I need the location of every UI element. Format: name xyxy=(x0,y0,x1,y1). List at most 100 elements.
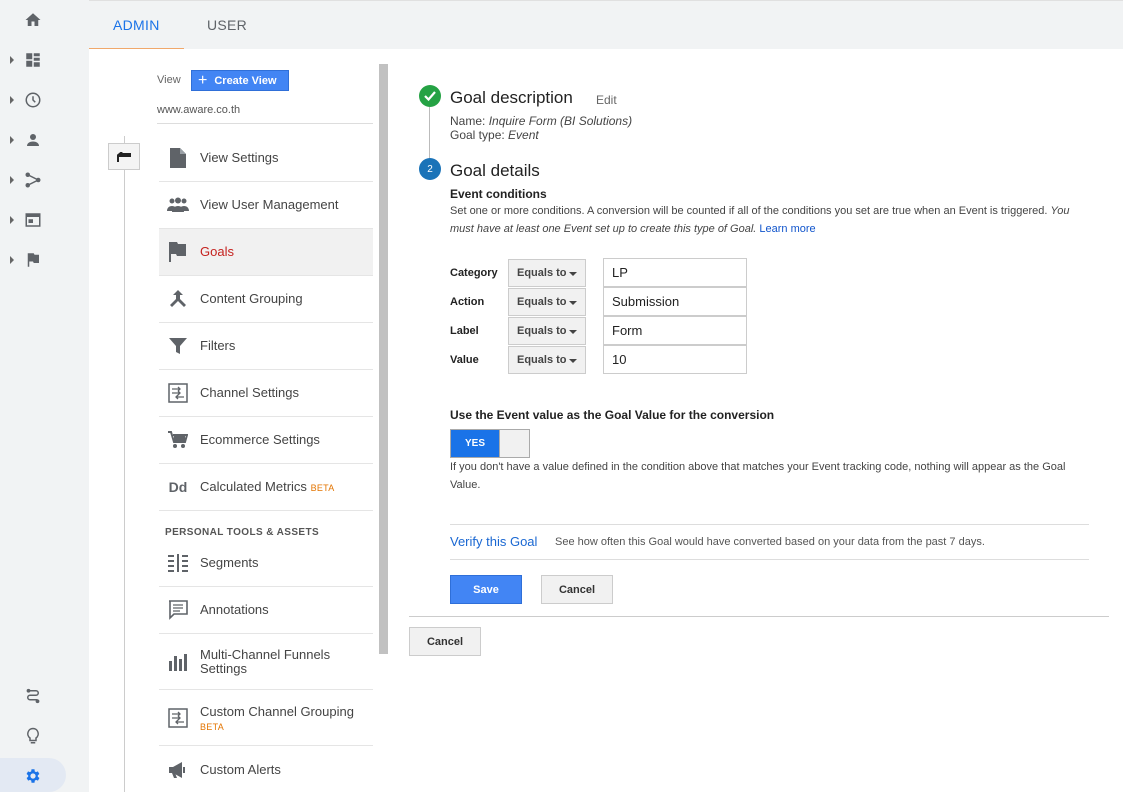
use-event-value-toggle[interactable]: YES xyxy=(450,429,530,458)
dashboard-icon xyxy=(26,53,40,67)
rail-acquisition[interactable] xyxy=(0,160,89,200)
cancel-goal-button[interactable]: Cancel xyxy=(409,627,481,656)
nav-item-segments[interactable]: Segments xyxy=(159,540,373,587)
rail-realtime[interactable] xyxy=(0,80,89,120)
nav-item-ecommerce-settings[interactable]: Ecommerce Settings xyxy=(159,417,373,464)
expand-caret-icon xyxy=(10,96,14,104)
nav-item-channel-settings[interactable]: Channel Settings xyxy=(159,370,373,417)
gear-icon xyxy=(26,769,40,783)
nav-item-label: Filters xyxy=(200,338,236,353)
condition-value-input[interactable]: LP xyxy=(603,258,747,287)
rail-admin[interactable] xyxy=(0,756,89,792)
divider xyxy=(450,559,1089,560)
nav-item-label: Goals xyxy=(200,244,234,259)
condition-operator-select[interactable]: Equals to xyxy=(508,258,586,287)
flag-icon xyxy=(167,241,189,263)
edit-goal-description-link[interactable]: Edit xyxy=(596,93,617,107)
verify-goal-link[interactable]: Verify this Goal xyxy=(450,534,537,549)
nav-item-annotations[interactable]: Annotations xyxy=(159,587,373,634)
panel-divider xyxy=(124,136,125,792)
nav-item-custom-alerts[interactable]: Custom Alerts xyxy=(159,746,373,792)
nav-item-label: View Settings xyxy=(200,150,279,165)
condition-value-input[interactable]: 10 xyxy=(603,345,747,374)
goal-name: Name: Inquire Form (BI Solutions) xyxy=(450,114,632,128)
nav-item-filters[interactable]: Filters xyxy=(159,323,373,370)
condition-operator-select[interactable]: Equals to xyxy=(508,287,586,316)
nav-item-content-grouping[interactable]: Content Grouping xyxy=(159,276,373,323)
nav-item-goals[interactable]: Goals xyxy=(159,229,373,276)
condition-label: Category xyxy=(450,266,498,279)
event-conditions-title: Event conditions xyxy=(450,187,547,201)
flag-icon xyxy=(27,253,39,267)
beta-badge: BETA xyxy=(310,482,335,493)
nav-item-label: Custom Alerts xyxy=(200,761,281,777)
megaphone-icon xyxy=(167,759,189,781)
nav-item-custom-channel-grouping[interactable]: Custom Channel Grouping BETA xyxy=(159,690,373,746)
collapse-panel-button[interactable] xyxy=(108,143,140,170)
beta-badge: BETA xyxy=(200,722,225,732)
rail-home[interactable] xyxy=(0,0,89,40)
use-event-value-title: Use the Event value as the Goal Value fo… xyxy=(450,408,775,422)
divider xyxy=(450,524,1089,525)
nav-item-view-user-management[interactable]: View User Management xyxy=(159,182,373,229)
nav-item-view-settings[interactable]: View Settings xyxy=(159,135,373,182)
tab-user[interactable]: USER xyxy=(183,1,271,50)
create-view-button[interactable]: + Create View xyxy=(191,70,289,91)
clock-icon xyxy=(25,92,41,108)
dropdown-arrow-icon xyxy=(569,300,577,305)
filter-icon xyxy=(167,335,189,357)
annotation-icon xyxy=(167,599,189,621)
behavior-icon xyxy=(25,213,41,227)
ccg-label: Custom Channel Grouping xyxy=(200,704,354,719)
tab-admin[interactable]: ADMIN xyxy=(89,1,184,50)
create-view-label: Create View xyxy=(214,74,277,87)
home-icon xyxy=(25,13,41,26)
condition-value-input[interactable]: Form xyxy=(603,316,747,345)
document-icon xyxy=(167,147,189,169)
event-desc-text: Set one or more conditions. A conversion… xyxy=(450,205,1051,217)
condition-operator-select[interactable]: Equals to xyxy=(508,316,586,345)
rail-behavior[interactable] xyxy=(0,200,89,240)
nav-item-label: Content Grouping xyxy=(200,291,303,306)
condition-label: Label xyxy=(450,324,479,337)
section-title: PERSONAL TOOLS & ASSETS xyxy=(165,527,320,538)
top-tab-bar: ADMIN USER xyxy=(89,0,1123,50)
cancel-details-button[interactable]: Cancel xyxy=(541,575,613,604)
people-icon xyxy=(167,194,189,216)
save-button[interactable]: Save xyxy=(450,575,522,604)
condition-label: Value xyxy=(450,353,479,366)
expand-caret-icon xyxy=(10,216,14,224)
condition-value-input[interactable]: Submission xyxy=(603,287,747,316)
bar-chart-icon xyxy=(167,651,189,673)
operator-value: Equals to xyxy=(517,324,567,337)
nav-item-calculated-metrics[interactable]: Dd Calculated Metrics BETA xyxy=(159,464,373,511)
segments-icon xyxy=(167,552,189,574)
dropdown-arrow-icon xyxy=(569,271,577,276)
step-number-badge: 2 xyxy=(419,158,441,180)
expand-caret-icon xyxy=(10,56,14,64)
rail-audience[interactable] xyxy=(0,120,89,160)
nav-item-label: Segments xyxy=(200,555,259,570)
mcf-label-line2: Settings xyxy=(200,660,247,676)
dd-icon: Dd xyxy=(168,479,188,495)
cart-icon xyxy=(167,429,189,451)
nav-item-label: Annotations xyxy=(200,602,269,617)
panel-scrollbar[interactable] xyxy=(379,64,388,654)
rail-customization[interactable] xyxy=(0,40,89,80)
rail-conversions[interactable] xyxy=(0,240,89,280)
step-connector xyxy=(429,107,430,159)
nav-item-multi-channel-funnels[interactable]: Multi-Channel Funnels Settings xyxy=(159,634,373,690)
acquisition-icon xyxy=(25,172,41,188)
nav-item-label: Channel Settings xyxy=(200,385,300,400)
goal-type-value: Event xyxy=(508,128,539,142)
nav-item-label: Multi-Channel Funnels Settings xyxy=(200,647,330,676)
rail-discover[interactable] xyxy=(0,716,89,756)
goal-type: Goal type: Event xyxy=(450,128,539,142)
verify-goal-description: See how often this Goal would have conve… xyxy=(555,536,985,548)
check-icon xyxy=(424,91,436,101)
view-selector[interactable]: www.aware.co.th xyxy=(157,104,240,116)
rail-attribution[interactable] xyxy=(0,676,89,716)
condition-operator-select[interactable]: Equals to xyxy=(508,345,586,374)
divider xyxy=(409,616,1109,617)
learn-more-link[interactable]: Learn more xyxy=(759,223,815,235)
